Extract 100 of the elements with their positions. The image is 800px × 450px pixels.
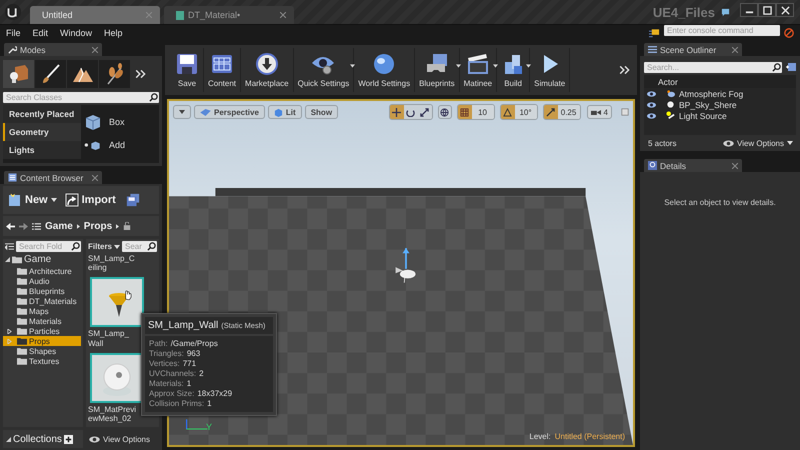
lamp-thumbnail[interactable]	[90, 277, 144, 328]
folder-item[interactable]: DT_Materials	[3, 296, 81, 306]
mode-button[interactable]	[67, 60, 98, 88]
tree-list-icon[interactable]	[32, 222, 41, 230]
close-icon[interactable]	[92, 46, 98, 52]
toolbar-button[interactable]: Marketplace	[241, 48, 294, 92]
floppy-disks-icon[interactable]	[126, 193, 140, 207]
toolbar-button[interactable]: Quick Settings	[294, 48, 354, 92]
toolbar-button[interactable]: Content	[204, 48, 242, 92]
plus-icon[interactable]	[64, 434, 73, 444]
document-tab[interactable]: Untitled	[30, 6, 160, 24]
toolbar-button[interactable]: World Settings	[354, 48, 416, 92]
menu-item[interactable]: Edit	[32, 28, 48, 38]
mode-button[interactable]	[3, 60, 34, 88]
menu-item[interactable]: Help	[104, 28, 123, 38]
toolbar-button[interactable]: Blueprints	[415, 48, 460, 92]
caret-icon[interactable]	[456, 64, 461, 68]
mode-button[interactable]	[99, 60, 130, 88]
expander-icon[interactable]	[5, 256, 10, 262]
folder-item[interactable]: Props	[3, 336, 81, 346]
actor-row[interactable]: Light Source	[644, 110, 796, 121]
asset-name[interactable]: SM_Lamp_Wall	[88, 329, 136, 348]
panel-tab[interactable]: Details	[644, 159, 742, 172]
eye-icon[interactable]	[647, 112, 656, 118]
expander-icon[interactable]	[6, 436, 11, 442]
breadcrumb-link[interactable]: Game	[45, 220, 73, 232]
category-tab[interactable]: Geometry	[3, 123, 81, 141]
mode-button[interactable]	[35, 60, 66, 88]
actor-row[interactable]: BP_Sky_Shere	[644, 99, 796, 110]
caret-icon[interactable]	[526, 64, 532, 68]
expander-icon[interactable]	[7, 328, 12, 334]
category-tab[interactable]: Lights	[3, 141, 81, 159]
actor-row[interactable]: Atmospheric Fog	[644, 88, 796, 99]
toolbar-button[interactable]: Build	[497, 48, 530, 92]
caret-icon[interactable]	[493, 64, 498, 68]
close-icon[interactable]	[92, 174, 98, 180]
lit-button[interactable]: Lit	[268, 105, 302, 119]
maximize-icon[interactable]	[621, 108, 629, 116]
snap-toggle[interactable]	[544, 105, 558, 119]
folder-item[interactable]: Textures	[3, 356, 81, 366]
transform-tool-button[interactable]	[418, 105, 432, 119]
close-icon[interactable]	[732, 46, 738, 52]
maximize-button[interactable]	[758, 3, 776, 17]
back-arrow-icon[interactable]	[6, 222, 15, 230]
column-header[interactable]: Actor	[644, 75, 796, 88]
panel-tab[interactable]: Scene Outliner	[644, 43, 742, 56]
u-logo-icon[interactable]	[4, 3, 22, 21]
eye-icon[interactable]	[647, 90, 656, 96]
perspective-button[interactable]: Perspective	[194, 105, 265, 119]
console-input[interactable]: Enter console command	[664, 25, 780, 36]
double-chevron-icon[interactable]	[135, 68, 147, 80]
asset-search-field[interactable]: Sear	[122, 241, 157, 252]
globe-button[interactable]	[438, 105, 452, 119]
close-button[interactable]	[776, 3, 794, 17]
prohibited-icon[interactable]	[784, 28, 794, 38]
asset-search-input[interactable]: Sear	[122, 241, 147, 252]
folder-item[interactable]: Audio	[3, 276, 81, 286]
folder-item[interactable]: Maps	[3, 306, 81, 316]
snap-value-button[interactable]: 10°	[514, 105, 537, 119]
close-icon[interactable]	[732, 162, 738, 168]
filters-button[interactable]: Filters	[88, 242, 120, 251]
transform-tool-button[interactable]	[390, 105, 404, 119]
document-tab[interactable]: DT_Material•	[164, 6, 294, 24]
breadcrumb-link[interactable]: Props	[84, 220, 112, 232]
snap-value-button[interactable]: 10	[472, 105, 494, 119]
snap-toggle[interactable]	[500, 105, 515, 119]
snap-value-button[interactable]: 0.25	[558, 105, 580, 119]
folder-item[interactable]: Materials	[3, 316, 81, 326]
double-chevron-icon[interactable]	[619, 64, 631, 76]
speech-bubble-icon[interactable]	[721, 8, 730, 16]
import-button[interactable]: Import	[62, 193, 118, 207]
panel-tab[interactable]: Modes	[4, 43, 102, 56]
eye-icon[interactable]	[647, 102, 656, 108]
viewport-menu-button[interactable]	[173, 105, 191, 119]
category-tab[interactable]: Recently Placed	[3, 105, 81, 123]
menu-item[interactable]: File	[6, 28, 21, 38]
padlock-icon[interactable]	[123, 222, 132, 230]
view-options-button[interactable]: View Options	[86, 430, 153, 448]
forward-arrow-icon[interactable]	[19, 222, 28, 230]
add-label[interactable]: Add	[109, 140, 126, 150]
toolbar-button[interactable]: Matinee	[460, 48, 498, 92]
cube-icon[interactable]	[83, 112, 103, 132]
tree-collapse-icon[interactable]	[5, 242, 14, 251]
folder-item[interactable]: Shapes	[3, 346, 81, 356]
toolbar-button[interactable]: Simulate	[530, 48, 570, 92]
asset-name[interactable]: SM_MatPreviewMesh_02	[88, 404, 136, 424]
folder-item[interactable]: Blueprints	[3, 286, 81, 296]
add-actor-icon[interactable]	[786, 62, 796, 72]
minimize-button[interactable]	[740, 3, 758, 17]
folder-search-input[interactable]: Search Fold	[16, 241, 71, 252]
arrow-right-icon[interactable]	[116, 224, 120, 228]
folder-item[interactable]: Particles	[3, 326, 81, 336]
folder-item[interactable]: Game	[3, 252, 83, 266]
panel-tab[interactable]: Content Browser	[4, 171, 102, 184]
transform-tool-button[interactable]	[404, 105, 418, 119]
camera-speed-button[interactable]: 4	[586, 105, 612, 119]
folder-item[interactable]: Architecture	[3, 266, 81, 276]
sphere-thumbnail[interactable]	[90, 352, 144, 403]
caret-icon[interactable]	[350, 64, 356, 68]
new-button[interactable]: New	[6, 193, 59, 207]
